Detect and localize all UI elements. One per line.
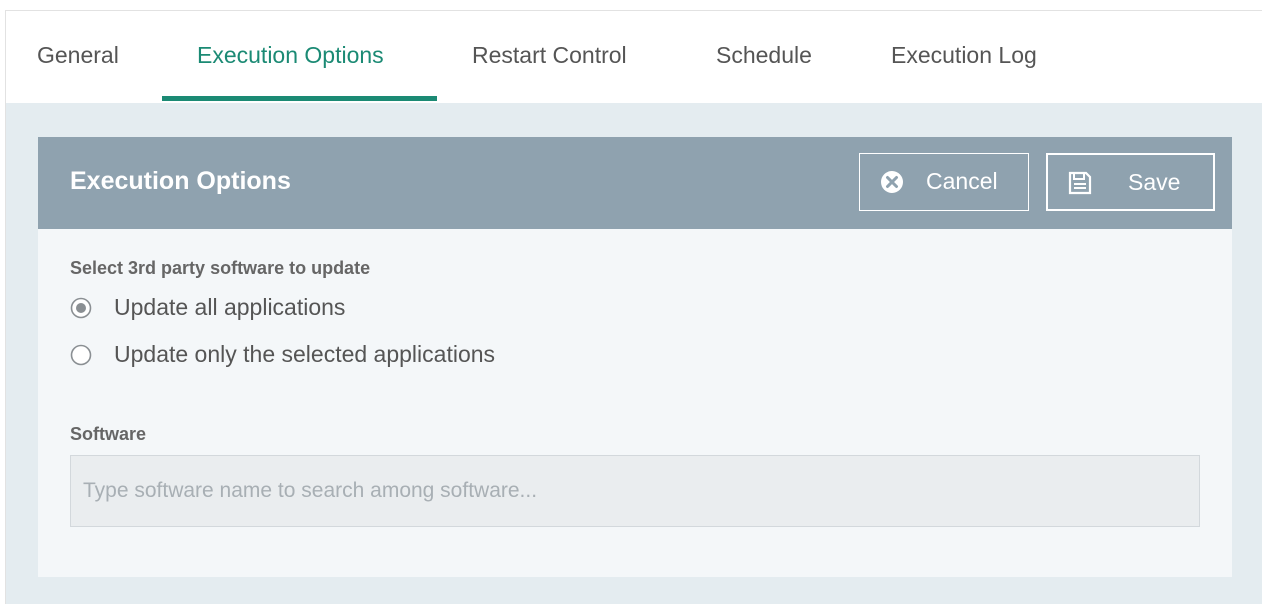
update-section-label: Select 3rd party software to update xyxy=(70,258,371,278)
tab-bar: General Execution Options Restart Contro… xyxy=(6,11,1262,103)
panel-header: Execution Options Cancel Save xyxy=(38,137,1232,229)
panel-title: Execution Options xyxy=(70,167,291,195)
radio-selected-icon xyxy=(70,297,92,319)
close-circle-icon xyxy=(880,170,904,194)
radio-update-all[interactable]: Update all applications xyxy=(70,293,410,323)
software-search-input[interactable] xyxy=(70,455,1200,527)
tab-restart-control[interactable]: Restart Control xyxy=(472,42,627,69)
software-label: Software xyxy=(70,424,147,444)
tab-execution-log[interactable]: Execution Log xyxy=(891,42,1037,69)
radio-update-selected-label: Update only the selected applications xyxy=(114,341,496,367)
tab-execution-options[interactable]: Execution Options xyxy=(197,42,384,69)
radio-update-all-label: Update all applications xyxy=(114,294,346,320)
save-label: Save xyxy=(1128,169,1181,195)
radio-unselected-icon xyxy=(70,344,92,366)
save-button[interactable]: Save xyxy=(1046,153,1215,211)
tab-general[interactable]: General xyxy=(37,42,119,69)
cancel-button[interactable]: Cancel xyxy=(859,153,1029,211)
cancel-label: Cancel xyxy=(926,168,998,194)
active-tab-indicator xyxy=(162,96,437,101)
floppy-disk-icon xyxy=(1068,171,1092,195)
tab-schedule[interactable]: Schedule xyxy=(716,42,812,69)
execution-options-panel: Execution Options Cancel Save Select 3rd… xyxy=(38,137,1232,577)
radio-update-selected[interactable]: Update only the selected applications xyxy=(70,340,590,370)
